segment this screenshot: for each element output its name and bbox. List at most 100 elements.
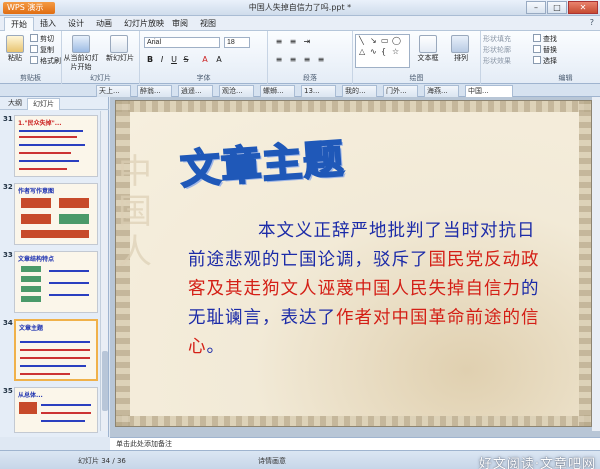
tab-insert[interactable]: 插入	[34, 17, 62, 31]
font-size-select[interactable]: 18	[224, 37, 250, 48]
replace-icon	[533, 45, 541, 53]
play-from-current-icon[interactable]	[72, 35, 90, 53]
slide-thumbnail[interactable]: 从总体...	[14, 387, 98, 433]
star-shape-icon: ☆	[392, 47, 400, 56]
slides-group: 从当前幻灯片开始 新幻灯片 幻灯片	[62, 31, 140, 84]
thumbnail-scrollbar[interactable]	[100, 111, 108, 431]
slide-thumbnail[interactable]: 1."民众失掉"...	[14, 115, 98, 177]
slide-thumbnail[interactable]: 文章结构特点	[14, 251, 98, 313]
maximize-button[interactable]: □	[547, 1, 567, 14]
tab-design[interactable]: 设计	[62, 17, 90, 31]
format-painter-button[interactable]: 格式刷	[30, 56, 61, 66]
shape-gallery[interactable]: ╲ ↘ ▭ ◯ △ ∿ { ☆	[355, 34, 410, 68]
editing-group: 查找 替换 选择 编辑	[531, 31, 600, 84]
replace-button[interactable]: 替换	[533, 45, 557, 55]
tab-outline[interactable]: 大纲	[3, 98, 27, 110]
play-from-current-button[interactable]: 从当前幻灯片开始	[62, 54, 100, 72]
font-color-icon[interactable]: A	[200, 55, 210, 65]
slide-border-top	[116, 101, 591, 112]
tab-slides[interactable]: 幻灯片	[27, 98, 60, 110]
slides-label: 幻灯片	[90, 74, 111, 82]
copy-button[interactable]: 复制	[30, 45, 54, 55]
bullets-icon[interactable]: ≡	[274, 37, 284, 47]
doc-tab[interactable]: 螺蛳...	[260, 85, 295, 97]
arrange-icon[interactable]	[451, 35, 469, 53]
paragraph-label: 段落	[303, 74, 317, 82]
font-group: Arial 18 B I U S A A 字体	[140, 31, 268, 84]
numbering-icon[interactable]: ≡	[288, 37, 298, 47]
doc-tab[interactable]: 门外...	[383, 85, 418, 97]
justify-icon[interactable]: ≡	[316, 55, 326, 65]
brand-watermark: 好文阅读·文章吧网	[478, 457, 596, 469]
clipboard-label: 剪贴板	[20, 74, 41, 82]
doc-tab[interactable]: 海燕...	[424, 85, 459, 97]
slide-thumbnail[interactable]: 作者写作意图	[14, 183, 98, 245]
tab-slideshow[interactable]: 幻灯片放映	[118, 17, 170, 31]
drawing-label: 绘图	[409, 74, 424, 82]
editor-scrollbar[interactable]	[592, 97, 600, 431]
notes-pane[interactable]: 单击此处添加备注	[110, 437, 600, 450]
tab-review[interactable]: 审阅	[166, 17, 194, 31]
new-slide-icon[interactable]	[110, 35, 128, 53]
doc-tab[interactable]: 逍遥...	[178, 85, 213, 97]
bold-button[interactable]: B	[145, 55, 155, 65]
slide-border-bottom	[116, 415, 591, 426]
scrollbar-thumb[interactable]	[102, 351, 108, 411]
textbox-icon[interactable]	[419, 35, 437, 53]
slide-body-text[interactable]: 本文义正辞严地批判了当时对抗日前途悲观的亡国论调，驳斥了国民党反动政客及其走狗文…	[188, 217, 548, 362]
doc-tab[interactable]: 13...	[301, 85, 336, 97]
brace-shape-icon: {	[381, 47, 387, 56]
doc-tab[interactable]: 观沧...	[219, 85, 254, 97]
paste-button[interactable]: 粘贴	[2, 54, 28, 63]
status-bar: 幻灯片 34 / 36 诗情画意 好文阅读·文章吧网	[0, 450, 600, 469]
oval-shape-icon: ◯	[392, 36, 401, 45]
doc-tab-active[interactable]: 中国...	[465, 85, 513, 97]
editing-label: 编辑	[558, 74, 573, 82]
thumb-number: 32	[3, 183, 13, 191]
paste-icon[interactable]	[6, 35, 24, 53]
tab-animation[interactable]: 动画	[90, 17, 118, 31]
curve-shape-icon: ∿	[370, 47, 377, 56]
doc-tab[interactable]: 醉翁...	[137, 85, 172, 97]
new-slide-button[interactable]: 新幻灯片	[102, 54, 138, 63]
help-icon[interactable]: ?	[590, 18, 594, 27]
scissors-icon	[30, 34, 38, 42]
theme-name: 诗情画意	[258, 457, 286, 465]
find-button[interactable]: 查找	[533, 34, 557, 44]
arrange-button[interactable]: 排列	[447, 54, 475, 63]
line-shape-icon: ╲	[359, 36, 364, 45]
slide-background: 中国人 文章主题 本文义正辞严地批判了当时对抗日前途悲观的亡国论调，驳斥了国民党…	[118, 112, 579, 416]
slide-thumbnail-active[interactable]: 文章主题	[14, 319, 98, 381]
shape-effect-button[interactable]: 形状效果	[483, 56, 511, 66]
paragraph-group: ≡ ≡ ⇥ ≡ ≡ ≡ ≡ 段落	[268, 31, 353, 84]
slide-title[interactable]: 文章主题	[178, 126, 347, 195]
document-tabs: 天上... 醉翁... 逍遥... 观沧... 螺蛳... 13... 我的..…	[0, 84, 600, 97]
slide-watermark: 中国人	[118, 152, 152, 272]
align-left-icon[interactable]: ≡	[274, 55, 284, 65]
tab-home[interactable]: 开始	[4, 17, 34, 31]
align-center-icon[interactable]: ≡	[288, 55, 298, 65]
doc-tab[interactable]: 天上...	[96, 85, 131, 97]
close-button[interactable]: ✕	[568, 1, 598, 14]
slide-border-right	[579, 101, 591, 426]
align-right-icon[interactable]: ≡	[302, 55, 312, 65]
italic-button[interactable]: I	[157, 55, 167, 65]
grow-font-icon[interactable]: A	[214, 55, 224, 65]
font-label: 字体	[196, 74, 211, 82]
shape-fill-button[interactable]: 形状填充	[483, 34, 511, 44]
strikethrough-button[interactable]: S	[181, 55, 191, 65]
font-name-select[interactable]: Arial	[144, 37, 220, 48]
textbox-button[interactable]: 文本框	[413, 54, 443, 63]
shape-outline-button[interactable]: 形状轮廓	[483, 45, 511, 55]
indent-icon[interactable]: ⇥	[302, 37, 312, 47]
minimize-button[interactable]: –	[526, 1, 546, 14]
thumb-number: 31	[3, 115, 13, 123]
tab-view[interactable]: 视图	[194, 17, 222, 31]
triangle-shape-icon: △	[359, 47, 366, 56]
select-button[interactable]: 选择	[533, 56, 557, 66]
cut-button[interactable]: 剪切	[30, 34, 54, 44]
slide-editor: 中国人 文章主题 本文义正辞严地批判了当时对抗日前途悲观的亡国论调，驳斥了国民党…	[110, 97, 600, 437]
doc-tab[interactable]: 我的...	[342, 85, 377, 97]
underline-button[interactable]: U	[169, 55, 179, 65]
slide-canvas[interactable]: 中国人 文章主题 本文义正辞严地批判了当时对抗日前途悲观的亡国论调，驳斥了国民党…	[115, 100, 592, 427]
